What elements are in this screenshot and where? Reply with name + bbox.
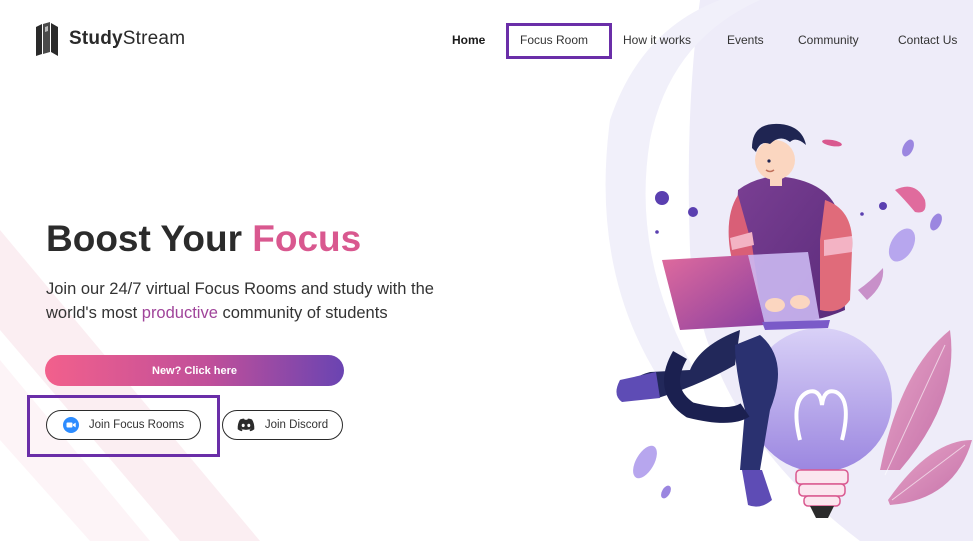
- nav-home[interactable]: Home: [452, 30, 485, 50]
- nav-community[interactable]: Community: [798, 30, 859, 50]
- new-click-here-button[interactable]: New? Click here: [45, 355, 344, 386]
- hero-subtitle-accent: productive: [141, 304, 218, 322]
- video-camera-icon: [62, 417, 79, 433]
- main-nav: Home Focus Room How it works Events Comm…: [0, 30, 973, 50]
- nav-how-it-works[interactable]: How it works: [623, 30, 691, 50]
- discord-icon: [237, 418, 255, 432]
- join-focus-rooms-button[interactable]: Join Focus Rooms: [46, 410, 201, 440]
- page: StudyStream Home Focus Room How it works…: [0, 0, 973, 541]
- join-discord-label: Join Discord: [264, 419, 329, 431]
- hero-title-accent: Focus: [252, 218, 362, 259]
- hero-title: Boost Your Focus: [46, 218, 362, 259]
- nav-focus-room[interactable]: Focus Room: [520, 30, 588, 50]
- nav-contact-us[interactable]: Contact Us: [898, 30, 957, 50]
- join-focus-rooms-label: Join Focus Rooms: [88, 419, 185, 431]
- student-on-lightbulb-illustration: [616, 123, 972, 518]
- hero-subtitle: Join our 24/7 virtual Focus Rooms and st…: [46, 280, 434, 322]
- nav-events[interactable]: Events: [727, 30, 764, 50]
- join-discord-button[interactable]: Join Discord: [222, 410, 343, 440]
